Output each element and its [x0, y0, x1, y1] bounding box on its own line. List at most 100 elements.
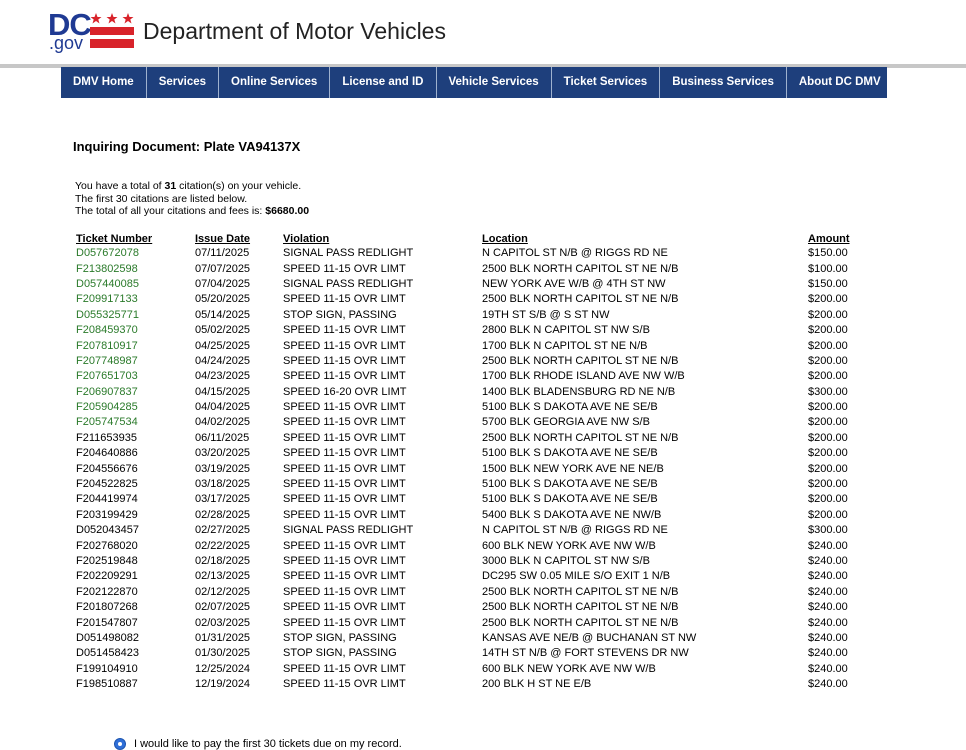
violation-cell: SPEED 11-15 OVR LIMT	[283, 324, 406, 337]
table-row: D057672078 07/11/2025 SIGNAL PASS REDLIGHT…	[73, 246, 871, 261]
citations-table-body: D057672078 07/11/2025 SIGNAL PASS REDLIGHT…	[73, 246, 871, 692]
table-row: F209917133 05/20/2025 SPEED 11-15 OVR LIMT…	[73, 292, 871, 307]
amount-cell: $240.00	[808, 585, 848, 598]
ticket-number-link[interactable]: F205747534	[76, 416, 138, 428]
location-cell: DC295 SW 0.05 MILE S/O EXIT 1 N/B	[482, 570, 671, 583]
amount-cell: $150.00	[808, 277, 848, 290]
site-title: Department of Motor Vehicles	[143, 18, 446, 44]
summary-line-total-fees: The total of all your citations and fees…	[75, 205, 309, 218]
location-cell: 5700 BLK GEORGIA AVE NW S/B	[482, 416, 650, 429]
ticket-number-cell: F209917133	[73, 292, 192, 307]
dc-flag-icon	[90, 13, 134, 48]
ticket-number-cell: F199104910	[76, 662, 138, 675]
location-cell: 600 BLK NEW YORK AVE NW W/B	[482, 539, 656, 552]
location-cell: N CAPITOL ST N/B @ RIGGS RD NE	[482, 524, 668, 537]
table-row: F204419974 03/17/2025 SPEED 11-15 OVR LIMT…	[73, 492, 871, 507]
ticket-number-link[interactable]: F207748987	[76, 355, 138, 367]
ticket-number-cell: F202122870	[76, 585, 138, 598]
location-cell: 1500 BLK NEW YORK AVE NE NE/B	[482, 462, 664, 475]
nav-item-ticket-services[interactable]: Ticket Services	[552, 67, 661, 98]
issue-date-cell: 04/15/2025	[195, 385, 251, 398]
ticket-number-link[interactable]: F206907837	[76, 386, 138, 398]
violation-cell: SPEED 11-15 OVR LIMT	[283, 293, 406, 306]
location-cell: 2500 BLK NORTH CAPITOL ST NE N/B	[482, 293, 679, 306]
table-row: D051498082 01/31/2025 STOP SIGN, PASSING KA…	[73, 631, 871, 646]
nav-item-dmv-home[interactable]: DMV Home	[61, 67, 147, 98]
amount-cell: $240.00	[808, 570, 848, 583]
violation-cell: SPEED 11-15 OVR LIMT	[283, 570, 406, 583]
ticket-number-link[interactable]: F207651703	[76, 370, 138, 382]
violation-cell: SPEED 11-15 OVR LIMT	[283, 493, 406, 506]
table-row: F211653935 06/11/2025 SPEED 11-15 OVR LIMT…	[73, 431, 871, 446]
table-row: D051458423 01/30/2025 STOP SIGN, PASSING 14…	[73, 646, 871, 661]
issue-date-cell: 02/22/2025	[195, 539, 251, 552]
location-cell: 5100 BLK S DAKOTA AVE NE SE/B	[482, 401, 658, 414]
ticket-number-link[interactable]: F213802598	[76, 263, 138, 275]
ticket-number-link[interactable]: F208459370	[76, 324, 138, 336]
violation-cell: STOP SIGN, PASSING	[283, 647, 397, 660]
ticket-number-link[interactable]: F209917133	[76, 293, 138, 305]
amount-cell: $200.00	[808, 293, 848, 306]
ticket-number-cell: F204556676	[76, 462, 138, 475]
violation-cell: SPEED 11-15 OVR LIMT	[283, 339, 406, 352]
location-cell: 600 BLK NEW YORK AVE NW W/B	[482, 662, 656, 675]
violation-cell: SPEED 11-15 OVR LIMT	[283, 431, 406, 444]
amount-cell: $240.00	[808, 601, 848, 614]
pay-first-30-radio[interactable]	[114, 738, 126, 750]
location-cell: N CAPITOL ST N/B @ RIGGS RD NE	[482, 247, 668, 260]
pay-option[interactable]: I would like to pay the first 30 tickets…	[114, 738, 402, 750]
ticket-number-cell: D057440085	[73, 277, 192, 292]
amount-cell: $200.00	[808, 339, 848, 352]
ticket-number-cell: F204419974	[76, 493, 138, 506]
table-row: F203199429 02/28/2025 SPEED 11-15 OVR LIMT…	[73, 508, 871, 523]
pay-option-label: I would like to pay the first 30 tickets…	[134, 738, 402, 750]
table-row: F208459370 05/02/2025 SPEED 11-15 OVR LIMT…	[73, 323, 871, 338]
table-row: F202209291 02/13/2025 SPEED 11-15 OVR LIMT…	[73, 569, 871, 584]
header-ticket-number: Ticket Number	[76, 233, 153, 245]
amount-cell: $200.00	[808, 324, 848, 337]
ticket-number-link[interactable]: F205904285	[76, 401, 138, 413]
issue-date-cell: 06/11/2025	[195, 431, 250, 444]
location-cell: 3000 BLK N CAPITOL ST NW S/B	[482, 555, 650, 567]
violation-cell: SPEED 11-15 OVR LIMT	[283, 585, 406, 598]
location-cell: 2500 BLK NORTH CAPITOL ST NE N/B	[482, 431, 679, 444]
location-cell: 14TH ST N/B @ FORT STEVENS DR NW	[482, 647, 689, 660]
nav-item-services[interactable]: Services	[147, 67, 220, 98]
dc-gov-logo[interactable]: DC .gov	[48, 7, 138, 55]
table-row: F201807268 02/07/2025 SPEED 11-15 OVR LIMT…	[73, 600, 871, 615]
nav-item-online-services[interactable]: Online Services	[219, 67, 331, 98]
ticket-number-link[interactable]: D057440085	[76, 278, 139, 290]
location-cell: NEW YORK AVE W/B @ 4TH ST NW	[482, 277, 666, 290]
ticket-number-link[interactable]: F207810917	[76, 340, 138, 352]
nav-item-vehicle-services[interactable]: Vehicle Services	[437, 67, 552, 98]
location-cell: 19TH ST S/B @ S ST NW	[482, 308, 610, 321]
ticket-number-cell: F206907837	[73, 385, 192, 400]
nav-item-about-dc-dmv[interactable]: About DC DMV	[787, 67, 893, 98]
amount-cell: $200.00	[808, 431, 848, 444]
ticket-number-link[interactable]: D057672078	[76, 247, 139, 259]
table-row: F207748987 04/24/2025 SPEED 11-15 OVR LIMT…	[73, 354, 871, 369]
ticket-number-link[interactable]: D055325771	[76, 309, 139, 321]
citation-summary: You have a total of 31 citation(s) on yo…	[75, 180, 309, 218]
summary-text: You have a total of	[75, 180, 165, 192]
nav-item-business-services[interactable]: Business Services	[660, 67, 787, 98]
ticket-number-cell: D051458423	[76, 647, 140, 660]
issue-date-cell: 03/17/2025	[195, 493, 251, 506]
table-row: F207810917 04/25/2025 SPEED 11-15 OVR LIMT…	[73, 338, 871, 353]
nav-item-license-and-id[interactable]: License and ID	[330, 67, 437, 98]
issue-date-cell: 07/11/2025	[195, 247, 250, 260]
violation-cell: SPEED 11-15 OVR LIMT	[283, 616, 406, 629]
issue-date-cell: 04/25/2025	[195, 339, 251, 352]
violation-cell: SPEED 11-15 OVR LIMT	[283, 354, 406, 367]
location-cell: 1700 BLK N CAPITOL ST NE N/B	[482, 339, 648, 352]
ticket-number-cell: F204522825	[76, 478, 138, 491]
issue-date-cell: 05/14/2025	[195, 308, 251, 321]
issue-date-cell: 04/23/2025	[195, 370, 251, 383]
ticket-number-cell: F203199429	[76, 508, 138, 521]
location-cell: 2500 BLK NORTH CAPITOL ST NE N/B	[482, 354, 679, 367]
table-row: F202519848 02/18/2025 SPEED 11-15 OVR LIMT…	[73, 554, 871, 569]
violation-cell: SPEED 11-15 OVR LIMT	[283, 401, 406, 414]
amount-cell: $200.00	[808, 462, 848, 475]
table-row: F199104910 12/25/2024 SPEED 11-15 OVR LIMT…	[73, 662, 871, 677]
amount-cell: $200.00	[808, 370, 848, 383]
